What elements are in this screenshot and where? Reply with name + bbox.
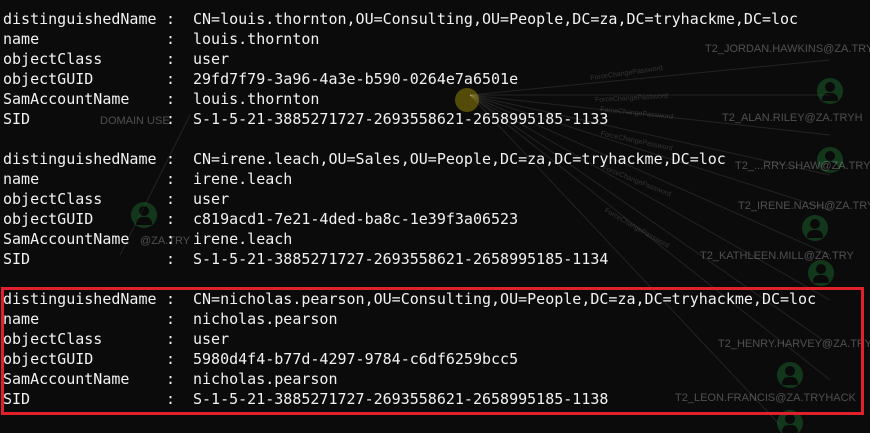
- record-field: objectGUID:29fd7f79-3a96-4a3e-b590-0264e…: [3, 69, 816, 89]
- user-node: [817, 78, 843, 104]
- record-field: name: irene.leach: [3, 169, 816, 189]
- record-field: objectClass: user: [3, 189, 816, 209]
- field-separator: :: [166, 10, 176, 28]
- field-value: nicholas.pearson: [193, 370, 338, 388]
- field-separator: :: [166, 110, 176, 128]
- field-key: name: [3, 170, 40, 188]
- field-value: CN=irene.leach,OU=Sales,OU=People,DC=za,…: [193, 150, 726, 168]
- field-value: user: [193, 330, 230, 348]
- record-field: objectClass: user: [3, 49, 816, 69]
- record-field: distinguishedName: CN=irene.leach,OU=Sale…: [3, 149, 816, 169]
- field-key: objectGUID: [3, 70, 94, 88]
- field-separator: :: [166, 370, 176, 388]
- field-value: user: [193, 190, 230, 208]
- field-separator: :: [166, 150, 176, 168]
- field-key: name: [3, 310, 40, 328]
- field-value: 29fd7f79-3a96-4a3e-b590-0264e7a6501e: [193, 70, 519, 88]
- field-key: SamAccountName: [3, 90, 130, 108]
- field-key: distinguishedName: [3, 10, 157, 28]
- field-separator: :: [166, 250, 176, 268]
- field-value: louis.thornton: [193, 30, 320, 48]
- field-key: name: [3, 30, 40, 48]
- record-field: objectClass: user: [3, 329, 816, 349]
- field-key: objectGUID: [3, 350, 94, 368]
- user-record: distinguishedName: CN=louis.thornton,OU=C…: [3, 9, 816, 129]
- user-record-highlighted: distinguishedName: CN=nicholas.pearson,OU…: [3, 289, 816, 409]
- record-field: SID: S-1-5-21-3885271727-2693558621-26589…: [3, 389, 816, 409]
- field-value: c819acd1-7e21-4ded-ba8c-1e39f3a06523: [193, 210, 519, 228]
- field-separator: :: [166, 90, 176, 108]
- record-field: objectGUID: c819acd1-7e21-4ded-ba8c-1e39f…: [3, 209, 816, 229]
- field-separator: :: [166, 50, 176, 68]
- field-separator: :: [166, 290, 176, 308]
- record-field: SID: S-1-5-21-3885271727-2693558621-26589…: [3, 249, 816, 269]
- record-field: objectGUID:5980d4f4-b77d-4297-9784-c6df6…: [3, 349, 816, 369]
- field-value: louis.thornton: [193, 90, 320, 108]
- field-key: SamAccountName: [3, 370, 130, 388]
- field-key: distinguishedName: [3, 290, 157, 308]
- field-value: CN=louis.thornton,OU=Consulting,OU=Peopl…: [193, 10, 799, 28]
- terminal-screenshot: DOMAIN USE T2_JORDAN.HAWKINS@ZA.TRYHACKM…: [0, 0, 870, 433]
- field-value: S-1-5-21-3885271727-2693558621-265899518…: [193, 110, 609, 128]
- field-separator: :: [166, 230, 176, 248]
- field-value: nicholas.pearson: [193, 310, 338, 328]
- field-key: objectClass: [3, 50, 103, 68]
- field-separator: :: [166, 350, 176, 368]
- field-value: CN=nicholas.pearson,OU=Consulting,OU=Peo…: [193, 290, 817, 308]
- record-field: SID: S-1-5-21-3885271727-2693558621-26589…: [3, 109, 816, 129]
- record-field: SamAccountName: louis.thornton: [3, 89, 816, 109]
- field-separator: :: [166, 330, 176, 348]
- record-field: name: louis.thornton: [3, 29, 816, 49]
- field-separator: :: [166, 390, 176, 408]
- field-separator: :: [166, 210, 176, 228]
- field-key: SID: [3, 110, 31, 128]
- field-key: objectClass: [3, 190, 103, 208]
- field-key: SID: [3, 390, 31, 408]
- field-separator: :: [166, 190, 176, 208]
- field-separator: :: [166, 310, 176, 328]
- field-value: 5980d4f4-b77d-4297-9784-c6df6259bcc5: [193, 350, 519, 368]
- field-key: objectClass: [3, 330, 103, 348]
- user-record: distinguishedName: CN=irene.leach,OU=Sale…: [3, 149, 816, 269]
- field-separator: :: [166, 170, 176, 188]
- field-key: distinguishedName: [3, 150, 157, 168]
- field-value: user: [193, 50, 230, 68]
- field-key: SID: [3, 250, 31, 268]
- record-field: distinguishedName: CN=louis.thornton,OU=C…: [3, 9, 816, 29]
- field-value: S-1-5-21-3885271727-2693558621-265899518…: [193, 390, 609, 408]
- field-separator: :: [166, 70, 176, 88]
- terminal-output: distinguishedName: CN=louis.thornton,OU=C…: [3, 9, 816, 429]
- field-key: SamAccountName: [3, 230, 130, 248]
- field-value: irene.leach: [193, 170, 293, 188]
- field-key: objectGUID: [3, 210, 94, 228]
- record-field: SamAccountName: nicholas.pearson: [3, 369, 816, 389]
- field-separator: :: [166, 30, 176, 48]
- record-field: SamAccountName: irene.leach: [3, 229, 816, 249]
- record-field: name: nicholas.pearson: [3, 309, 816, 329]
- field-value: S-1-5-21-3885271727-2693558621-265899518…: [193, 250, 609, 268]
- field-value: irene.leach: [193, 230, 293, 248]
- record-field: distinguishedName: CN=nicholas.pearson,OU…: [3, 289, 816, 309]
